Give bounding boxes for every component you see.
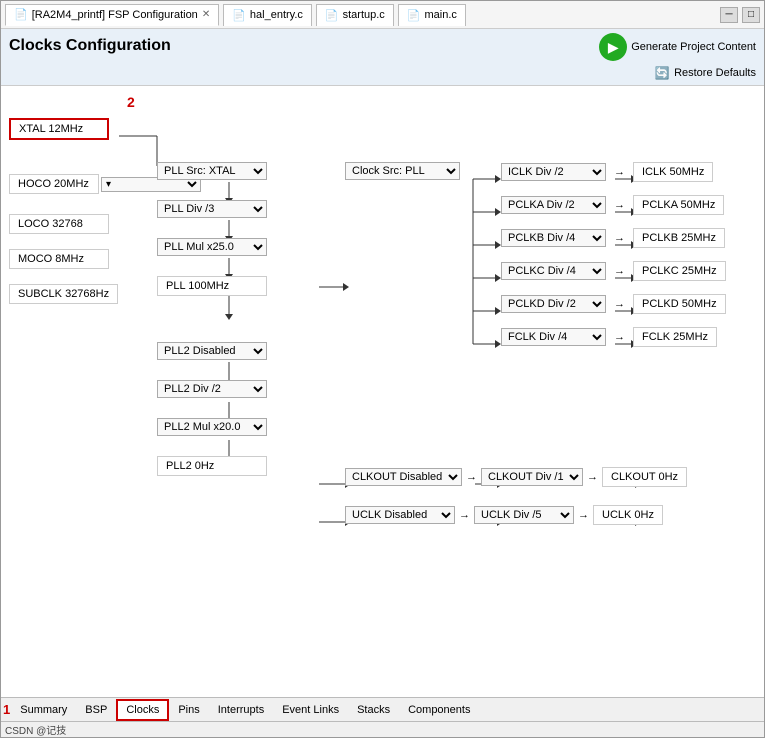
tab-components[interactable]: Components (399, 699, 479, 721)
minimize-button[interactable]: ─ (720, 7, 738, 23)
pclkc-div-select[interactable]: PCLKC Div /4 (501, 262, 606, 280)
iclk-arrow: → (614, 166, 625, 178)
pll2-div-select[interactable]: PLL2 Div /2 (157, 380, 267, 398)
status-bar: CSDN @记技 (1, 721, 764, 737)
pclka-row: PCLKA Div /2 → PCLKA 50MHz (501, 195, 724, 215)
header-actions: ▶ Generate Project Content 🔄 Restore Def… (599, 33, 756, 81)
pclkd-row: PCLKD Div /2 → PCLKD 50MHz (501, 294, 726, 314)
hoco-box: HOCO 20MHz (9, 174, 99, 194)
pll-mul-select[interactable]: PLL Mul x25.0 (157, 238, 267, 256)
pclka-div-select[interactable]: PCLKA Div /2 (501, 196, 606, 214)
moco-source: MOCO 8MHz (9, 249, 109, 269)
title-bar: 📄 [RA2M4_printf] FSP Configuration ✕ 📄 h… (1, 1, 764, 29)
pll-src-select[interactable]: PLL Src: XTAL (157, 162, 267, 180)
moco-box: MOCO 8MHz (9, 249, 109, 269)
annotation-1: 1 (3, 702, 10, 717)
pll2-out-box: PLL2 0Hz (157, 456, 267, 476)
tab-icon3: 📄 (325, 9, 339, 22)
uclk-row: UCLK Disabled → UCLK Div /5 → UCLK 0Hz (345, 505, 663, 525)
window-controls: ─ □ (720, 7, 760, 23)
tab-stacks[interactable]: Stacks (348, 699, 399, 721)
pclkb-arrow: → (614, 232, 625, 244)
pclkd-out: PCLKD 50MHz (633, 294, 726, 314)
generate-icon: ▶ (599, 33, 627, 61)
main-window: 📄 [RA2M4_printf] FSP Configuration ✕ 📄 h… (0, 0, 765, 738)
fclk-arrow: → (614, 331, 625, 343)
subclk-box: SUBCLK 32768Hz (9, 284, 118, 304)
tab-close-fsp[interactable]: ✕ (202, 9, 210, 20)
loco-source: LOCO 32768 (9, 214, 109, 234)
pll-out-box: PLL 100MHz (157, 276, 267, 296)
pll2-div-row: PLL2 Div /2 (157, 380, 267, 398)
main-content: 2 XTAL 12MHz HOCO 20MHz ▾ LOCO 32768 MOC… (1, 86, 764, 697)
clock-src-row: Clock Src: PLL (345, 162, 460, 180)
pclkc-row: PCLKC Div /4 → PCLKC 25MHz (501, 261, 726, 281)
tab-startup[interactable]: 📄 startup.c (316, 4, 394, 26)
page-header: Clocks Configuration ▶ Generate Project … (1, 29, 764, 86)
tab-pins[interactable]: Pins (169, 699, 208, 721)
annotation-2: 2 (127, 94, 135, 110)
pclkd-div-select[interactable]: PCLKD Div /2 (501, 295, 606, 313)
page-title: Clocks Configuration (9, 33, 171, 59)
generate-project-content-button[interactable]: ▶ Generate Project Content (599, 33, 756, 61)
tab-main[interactable]: 📄 main.c (398, 4, 466, 26)
bottom-tab-bar: 1 Summary BSP Clocks Pins Interrupts Eve… (1, 697, 764, 721)
tab-fsp-config[interactable]: 📄 [RA2M4_printf] FSP Configuration ✕ (5, 4, 219, 26)
pll-src-row: PLL Src: XTAL (157, 162, 267, 180)
pll-div-select[interactable]: PLL Div /3 (157, 200, 267, 218)
subclk-source: SUBCLK 32768Hz (9, 284, 118, 304)
clkout-row: CLKOUT Disabled → CLKOUT Div /1 → CLKOUT… (345, 467, 687, 487)
tab-summary[interactable]: Summary (11, 699, 76, 721)
restore-icon: 🔄 (654, 65, 670, 81)
pclka-out: PCLKA 50MHz (633, 195, 724, 215)
uclk-out: UCLK 0Hz (593, 505, 663, 525)
pclkb-row: PCLKB Div /4 → PCLKB 25MHz (501, 228, 725, 248)
clkout-div-select[interactable]: CLKOUT Div /1 (481, 468, 583, 486)
status-text: CSDN @记技 (5, 722, 66, 737)
tab-icon4: 📄 (407, 9, 421, 22)
clkout-src-select[interactable]: CLKOUT Disabled (345, 468, 462, 486)
tab-clocks[interactable]: Clocks (116, 699, 169, 721)
loco-box: LOCO 32768 (9, 214, 109, 234)
pll2-src-select[interactable]: PLL2 Disabled (157, 342, 267, 360)
iclk-row: ICLK Div /2 → ICLK 50MHz (501, 162, 713, 182)
clkout-arrow2: → (587, 471, 598, 483)
pll2-src-row: PLL2 Disabled (157, 342, 267, 360)
pclkb-div-select[interactable]: PCLKB Div /4 (501, 229, 606, 247)
tab-icon2: 📄 (232, 9, 246, 22)
uclk-div-select[interactable]: UCLK Div /5 (474, 506, 574, 524)
clkout-out: CLKOUT 0Hz (602, 467, 687, 487)
iclk-out: ICLK 50MHz (633, 162, 713, 182)
maximize-button[interactable]: □ (742, 7, 760, 23)
xtal-box: XTAL 12MHz (9, 118, 109, 140)
uclk-arrow1: → (459, 509, 470, 521)
pclkd-arrow: → (614, 298, 625, 310)
clkout-arrow1: → (466, 471, 477, 483)
pclkc-out: PCLKC 25MHz (633, 261, 726, 281)
fclk-div-select[interactable]: FCLK Div /4 (501, 328, 606, 346)
tab-hal-entry[interactable]: 📄 hal_entry.c (223, 4, 312, 26)
pll-mul-row: PLL Mul x25.0 (157, 238, 267, 256)
restore-defaults-button[interactable]: 🔄 Restore Defaults (654, 65, 756, 81)
fclk-out: FCLK 25MHz (633, 327, 717, 347)
uclk-arrow2: → (578, 509, 589, 521)
pll-div-row: PLL Div /3 (157, 200, 267, 218)
uclk-src-select[interactable]: UCLK Disabled (345, 506, 455, 524)
fclk-row: FCLK Div /4 → FCLK 25MHz (501, 327, 717, 347)
pll2-mul-select[interactable]: PLL2 Mul x20.0 (157, 418, 267, 436)
pll2-mul-row: PLL2 Mul x20.0 (157, 418, 267, 436)
pclkb-out: PCLKB 25MHz (633, 228, 725, 248)
tab-interrupts[interactable]: Interrupts (209, 699, 273, 721)
iclk-div-select[interactable]: ICLK Div /2 (501, 163, 606, 181)
clock-src-select[interactable]: Clock Src: PLL (345, 162, 460, 180)
pclkc-arrow: → (614, 265, 625, 277)
tab-icon: 📄 (14, 8, 28, 21)
clocks-diagram: 2 XTAL 12MHz HOCO 20MHz ▾ LOCO 32768 MOC… (9, 94, 749, 674)
tab-event-links[interactable]: Event Links (273, 699, 348, 721)
tab-bsp[interactable]: BSP (76, 699, 116, 721)
xtal-source: XTAL 12MHz (9, 118, 109, 140)
pclka-arrow: → (614, 199, 625, 211)
